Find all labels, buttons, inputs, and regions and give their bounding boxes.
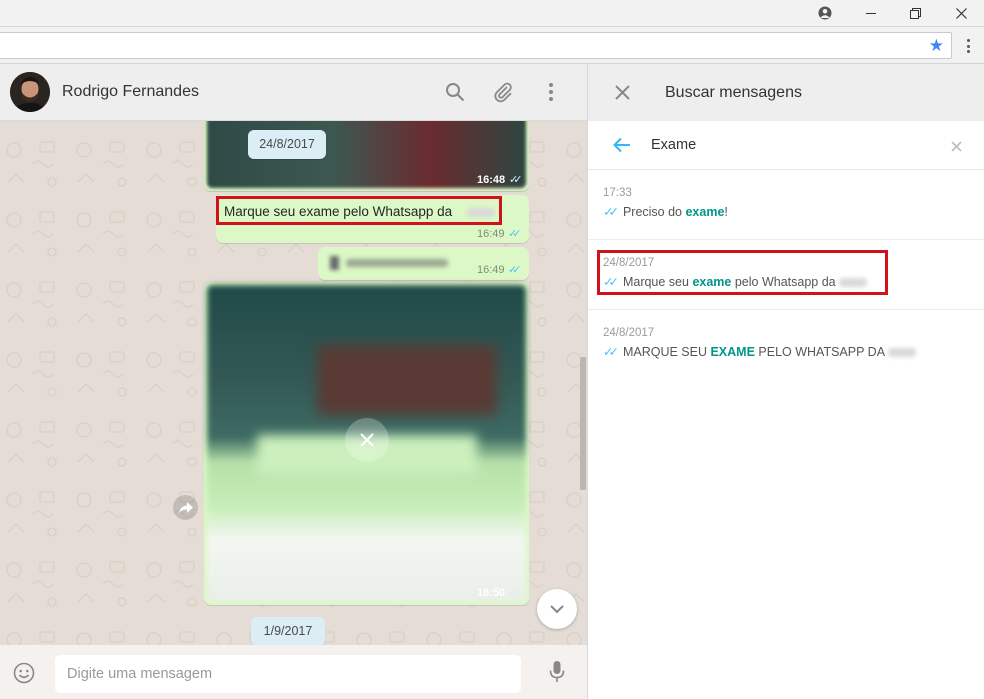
search-result[interactable]: 24/8/2017 ✓✓ MARQUE SEU EXAME PELO WHATSA… — [588, 310, 984, 380]
search-result[interactable]: 17:33 ✓✓ Preciso do exame! — [588, 170, 984, 240]
match-term: EXAME — [710, 345, 755, 359]
result-date: 24/8/2017 — [603, 327, 655, 339]
file-message[interactable]: 16:49 ✓✓ — [318, 247, 529, 280]
minimize-icon[interactable] — [848, 0, 894, 26]
forward-icon[interactable] — [173, 495, 198, 520]
blurred-text — [888, 348, 917, 358]
kebab-menu-icon[interactable] — [962, 36, 974, 56]
account-circle-icon[interactable] — [802, 0, 848, 26]
chat-header: Rodrigo Fernandes — [0, 64, 587, 121]
message-time: 16:48 — [477, 174, 506, 186]
star-icon[interactable]: ★ — [929, 36, 944, 56]
result-snippet: ✓✓ MARQUE SEU EXAME PELO WHATSAPP DA — [603, 344, 917, 359]
chat-scrollbar[interactable] — [580, 357, 586, 490]
search-result[interactable]: 24/8/2017 ✓✓ Marque seu exame pelo Whatsa… — [588, 240, 984, 310]
date-chip: 1/9/2017 — [251, 617, 325, 646]
search-title: Buscar mensagens — [665, 84, 802, 101]
result-date: 17:33 — [603, 187, 632, 199]
read-ticks-icon: ✓✓ — [509, 174, 523, 186]
search-header: Buscar mensagens — [588, 64, 984, 121]
read-ticks-icon: ✓✓ — [508, 264, 522, 276]
clear-search-icon[interactable] — [951, 139, 962, 157]
microphone-icon[interactable] — [549, 660, 565, 689]
chevron-down-icon — [550, 604, 564, 613]
restore-icon[interactable] — [892, 0, 938, 26]
read-ticks-icon: ✓✓ — [509, 587, 523, 599]
search-input[interactable]: Exame — [651, 137, 931, 153]
image-message[interactable]: 16:50 ✓✓ — [204, 282, 529, 605]
browser-toolbar: ★ — [0, 27, 984, 64]
kebab-menu-icon[interactable] — [539, 80, 563, 104]
message-time: 16:49 — [477, 264, 505, 276]
result-snippet: ✓✓ Preciso do exame! — [603, 205, 728, 219]
close-icon[interactable] — [938, 0, 984, 26]
highlight-box — [216, 196, 502, 225]
arrow-back-icon[interactable] — [613, 137, 631, 158]
message-input[interactable] — [55, 655, 521, 693]
composer — [0, 645, 587, 699]
read-ticks-icon: ✓✓ — [508, 228, 522, 240]
chat-panel: 16:48 ✓✓ 24/8/2017 Marque seu exame pelo… — [0, 64, 587, 699]
avatar[interactable] — [10, 72, 50, 112]
emoji-icon[interactable] — [13, 662, 35, 689]
blurred-filename — [346, 259, 448, 267]
highlight-box — [597, 250, 888, 295]
close-icon[interactable] — [615, 85, 630, 105]
file-icon — [330, 256, 339, 270]
browser-titlebar — [0, 0, 984, 27]
paperclip-icon[interactable] — [491, 80, 515, 104]
scroll-to-bottom-button[interactable] — [537, 589, 577, 629]
match-term: exame — [685, 205, 725, 219]
search-icon[interactable] — [443, 80, 467, 104]
search-bar: Exame — [588, 121, 984, 170]
read-ticks-icon: ✓✓ — [603, 345, 619, 359]
message-time: 16:50 — [477, 587, 506, 599]
read-ticks-icon: ✓✓ — [603, 205, 619, 219]
search-panel: Buscar mensagens Exame 17:33 ✓✓ Preciso d… — [588, 64, 984, 699]
contact-name[interactable]: Rodrigo Fernandes — [62, 83, 199, 101]
date-chip: 24/8/2017 — [248, 130, 326, 159]
message-time: 16:49 — [477, 228, 505, 240]
cancel-download-icon[interactable] — [345, 418, 389, 462]
address-bar[interactable]: ★ — [0, 32, 952, 59]
